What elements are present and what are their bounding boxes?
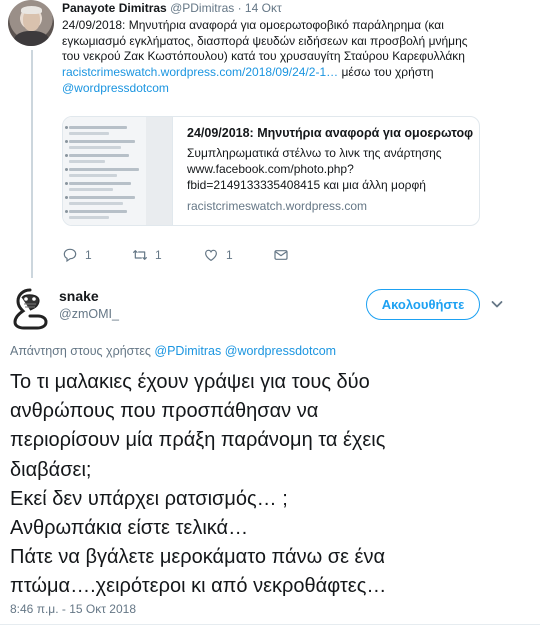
thread-connector-line xyxy=(31,50,33,278)
card-description: Συμπληρωματικά στέλνω το λινκ της ανάρτη… xyxy=(187,146,442,193)
card-title: 24/09/2018: Μηνυτήρια αναφορά για ομοερω… xyxy=(187,126,473,140)
message-icon xyxy=(274,250,288,260)
card-thumbnail xyxy=(63,117,173,225)
card-body: 24/09/2018: Μηνυτήρια αναφορά για ομοερω… xyxy=(187,125,473,213)
via-user-link[interactable]: @wordpressdotcom xyxy=(62,81,169,95)
replying-to: Απάντηση στους χρήστες @PDimitras @wordp… xyxy=(10,343,336,359)
retweet-count: 1 xyxy=(155,248,162,262)
separator: · xyxy=(234,1,245,15)
retweet-action[interactable]: 1 xyxy=(132,247,162,263)
reply-tweet-text: Το τι μαλακιες έχουν γράψει για τους δύο… xyxy=(10,371,387,598)
tweet-text-line: του νεκρού Ζακ Κωστόπουλου) κατά του χρυ… xyxy=(62,49,465,64)
tweet-link-line: racistcrimeswatch.wordpress.com/2018/09/… xyxy=(62,65,522,81)
card-domain: racistcrimeswatch.wordpress.com xyxy=(187,198,368,213)
like-action[interactable]: 1 xyxy=(203,247,233,263)
avatar[interactable] xyxy=(8,0,54,46)
tweet-link[interactable]: racistcrimeswatch.wordpress.com/2018/09/… xyxy=(62,65,338,79)
tweet-date[interactable]: 14 Οκτ xyxy=(245,1,282,15)
user-handle[interactable]: @PDimitras xyxy=(170,1,234,15)
parent-tweet: Panayote Dimitras @PDimitras · 14 Οκτ 24… xyxy=(0,0,540,280)
snake-avatar-icon[interactable] xyxy=(12,288,48,330)
tweet-timestamp[interactable]: 8:46 π.μ. - 15 Οκτ 2018 xyxy=(10,601,136,617)
reply-icon xyxy=(63,248,77,263)
reply-count: 1 xyxy=(85,248,92,262)
chevron-down-icon[interactable] xyxy=(489,296,505,312)
reply-user-name[interactable]: snake xyxy=(59,288,99,305)
message-action[interactable] xyxy=(273,247,296,263)
reply-user-handle[interactable]: @zmOMI_ xyxy=(59,306,119,322)
replying-user-link[interactable]: @PDimitras xyxy=(154,344,221,358)
divider xyxy=(0,624,540,625)
tweet-header: Panayote Dimitras @PDimitras · 14 Οκτ xyxy=(62,1,282,16)
link-preview-card[interactable]: 24/09/2018: Μηνυτήρια αναφορά για ομοερω… xyxy=(62,116,480,226)
tweet-text-line: εγκωμιασμό εγκλήματος, διασπορά ψευδών ε… xyxy=(62,33,468,48)
reply-action[interactable]: 1 xyxy=(62,247,92,263)
replying-prefix: Απάντηση στους χρήστες xyxy=(10,344,155,358)
retweet-icon xyxy=(133,250,147,260)
replying-user-link[interactable]: @wordpressdotcom xyxy=(225,344,336,358)
via-text: μέσω του χρήστη xyxy=(338,65,434,80)
user-name[interactable]: Panayote Dimitras xyxy=(62,1,167,15)
tweet-text: 24/09/2018: Μηνυτήρια αναφορά για ομοερω… xyxy=(62,18,522,97)
like-count: 1 xyxy=(226,248,233,262)
tweet-text-line: 24/09/2018: Μηνυτήρια αναφορά για ομοερω… xyxy=(62,18,444,32)
follow-button[interactable]: Ακολουθήστε xyxy=(366,289,480,320)
like-icon xyxy=(205,249,217,262)
